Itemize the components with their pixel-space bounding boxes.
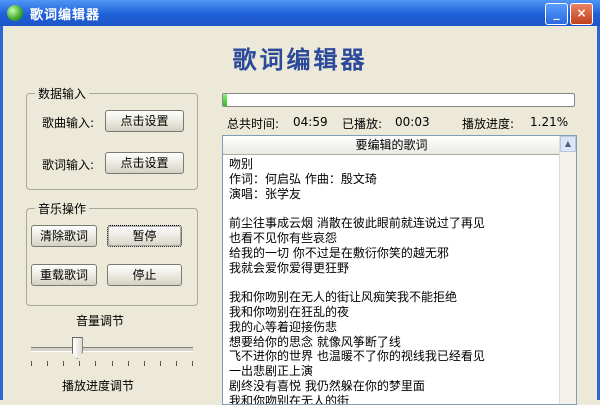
slider-tick: [63, 361, 64, 366]
total-time-value: 04:59: [293, 115, 328, 129]
lyrics-scrollbar[interactable]: ▲: [559, 136, 576, 404]
app-title: 歌词编辑器: [232, 45, 368, 74]
lyric-line[interactable]: 作词：何启弘 作曲：殷文琦: [229, 172, 560, 187]
minimize-button[interactable]: _: [545, 3, 568, 25]
slider-tick: [176, 361, 177, 366]
song-input-label: 歌曲输入:: [42, 116, 95, 130]
slider-tick: [95, 361, 96, 366]
lyric-line[interactable]: 我的心等着迎接伤悲: [229, 320, 560, 335]
lyric-line[interactable]: 演唱：张学友: [229, 187, 560, 202]
volume-slider-track[interactable]: [31, 347, 193, 352]
song-set-button[interactable]: 点击设置: [105, 110, 184, 132]
slider-tick: [112, 361, 113, 366]
progress-value: 1.21%: [530, 115, 569, 129]
slider-tick: [31, 361, 32, 366]
lyric-line[interactable]: 我和你吻别在狂乱的夜: [229, 305, 560, 320]
lyric-line[interactable]: 给我的一切 你不过是在敷衍你笑的越无邪: [229, 246, 560, 261]
progress-label: 播放进度:: [462, 117, 515, 131]
playback-progress-adjust-label: 播放进度调节: [62, 379, 135, 393]
window-title: 歌词编辑器: [30, 8, 101, 23]
slider-tick: [128, 361, 129, 366]
lyrics-input-label: 歌词输入:: [42, 158, 95, 172]
title-bar: 歌词编辑器 _ ×: [0, 0, 600, 26]
music-ops-group-title: 音乐操作: [35, 200, 90, 217]
lyrics-set-button[interactable]: 点击设置: [105, 152, 184, 174]
slider-tick: [160, 361, 161, 366]
lyric-line[interactable]: 飞不进你的世界 也温暖不了你的视线我已经看见: [229, 349, 560, 364]
lyric-line[interactable]: 吻别: [229, 157, 560, 172]
data-input-group: 数据输入: [26, 85, 198, 190]
data-input-group-title: 数据输入: [35, 85, 90, 102]
volume-label: 音量调节: [76, 314, 125, 328]
playback-progress-fill: [223, 94, 228, 106]
lyrics-editor[interactable]: 要编辑的歌词 吻别 作词：何启弘 作曲：殷文琦 演唱：张学友 前尘往事成云烟 消散在彼…: [222, 135, 577, 405]
slider-tick: [47, 361, 48, 366]
close-button[interactable]: ×: [570, 3, 593, 25]
stop-button[interactable]: 停止: [107, 264, 182, 286]
lyric-line[interactable]: 我和你吻别在无人的街: [229, 394, 560, 404]
scroll-up-arrow-icon[interactable]: ▲: [560, 136, 576, 152]
played-label: 已播放:: [342, 117, 383, 131]
lyric-line[interactable]: 想要给你的思念 就像风筝断了线: [229, 335, 560, 350]
lyric-line[interactable]: 也看不见你有些哀怨: [229, 231, 560, 246]
lyric-line[interactable]: [229, 275, 560, 290]
total-time-label: 总共时间:: [227, 117, 280, 131]
lyric-line[interactable]: 我就会爱你爱得更狂野: [229, 261, 560, 276]
lyric-line[interactable]: 一出悲剧正上演: [229, 364, 560, 379]
slider-tick: [79, 361, 80, 366]
music-ops-group: 音乐操作: [26, 200, 198, 306]
played-value: 00:03: [395, 115, 430, 129]
lyrics-text[interactable]: 吻别 作词：何启弘 作曲：殷文琦 演唱：张学友 前尘往事成云烟 消散在彼此眼前就连说过…: [223, 155, 560, 404]
clear-lyrics-button[interactable]: 清除歌词: [31, 225, 97, 247]
app-icon: [7, 5, 23, 21]
reload-lyrics-button[interactable]: 重载歌词: [31, 264, 97, 286]
lyrics-header: 要编辑的歌词: [223, 136, 560, 155]
lyric-line[interactable]: 我和你吻别在无人的街让风痴笑我不能拒绝: [229, 290, 560, 305]
pause-button[interactable]: 暂停: [107, 225, 182, 247]
slider-tick: [192, 361, 193, 366]
playback-progress-bar: [222, 93, 575, 107]
slider-tick: [144, 361, 145, 366]
volume-slider-ticks: [31, 361, 193, 367]
lyric-line[interactable]: [229, 201, 560, 216]
lyric-line[interactable]: 剧终没有喜悦 我仍然躲在你的梦里面: [229, 379, 560, 394]
lyric-line[interactable]: 前尘往事成云烟 消散在彼此眼前就连说过了再见: [229, 216, 560, 231]
